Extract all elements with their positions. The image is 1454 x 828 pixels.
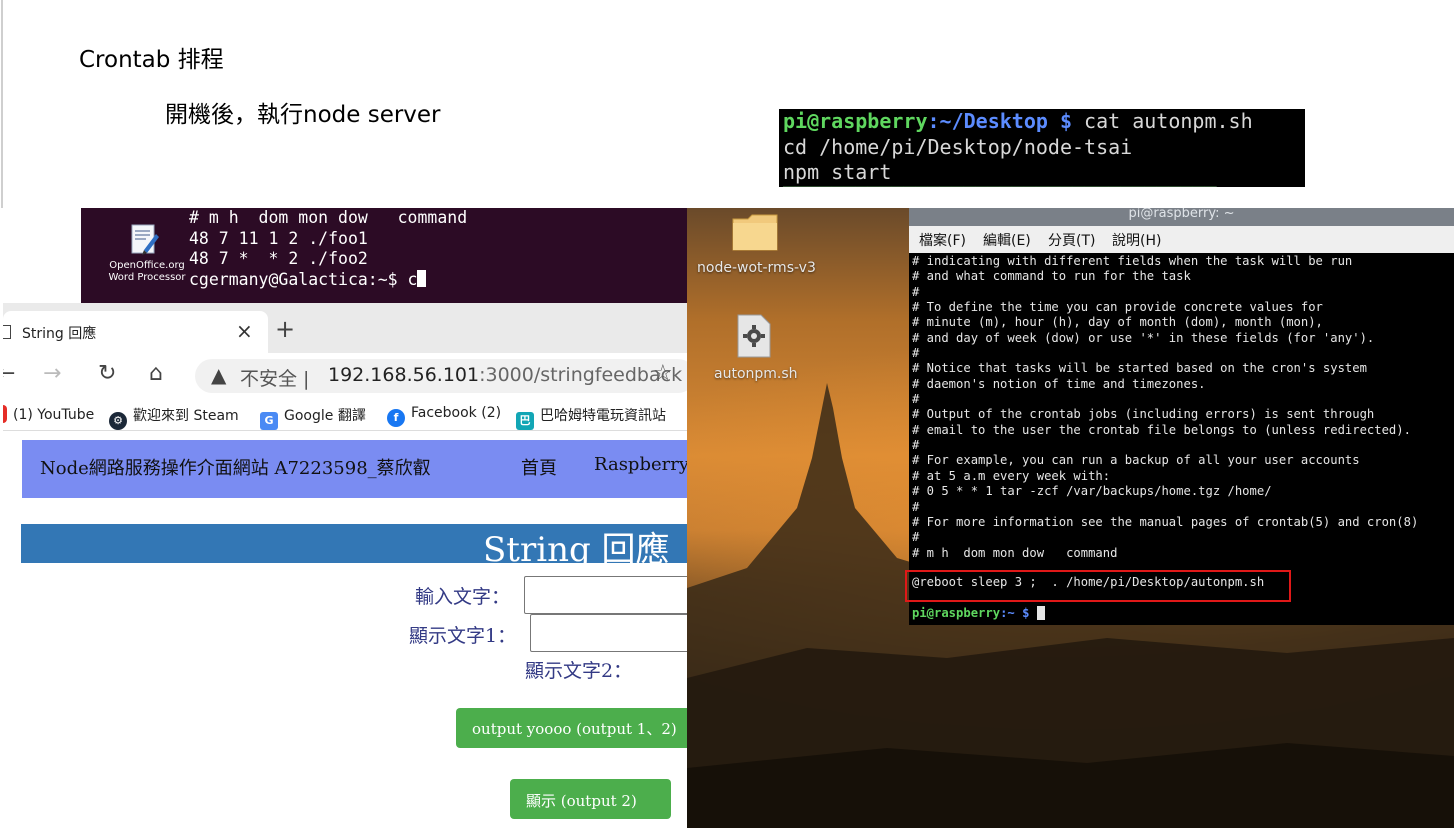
tab-title: String 回應 bbox=[22, 326, 97, 342]
steam-icon: ⚙ bbox=[109, 412, 127, 430]
bookmark-label: 歡迎來到 Steam bbox=[133, 408, 239, 424]
snippet-line-cd: cd /home/pi/Desktop/node-tsai bbox=[783, 134, 1133, 159]
output-button[interactable]: output yoooo (output 1、2) bbox=[456, 708, 687, 748]
file-label[interactable]: autonpm.sh bbox=[714, 366, 798, 382]
bookmark-youtube[interactable]: (1) YouTube bbox=[3, 405, 94, 423]
ubuntu-line: 48 7 11 1 2 ./foo1 bbox=[189, 228, 368, 248]
page-icon bbox=[3, 325, 11, 339]
site-navbar: Node網路服務操作介面網站 A7223598_蔡欣叡 首頁 Raspberry bbox=[22, 440, 687, 498]
snippet-line-npm: npm start bbox=[783, 160, 892, 184]
display-text1-field[interactable] bbox=[530, 614, 687, 652]
home-icon[interactable]: ⌂ bbox=[149, 361, 163, 387]
prompt-path: :~ $ bbox=[1000, 606, 1030, 620]
bookmarks-bar: (1) YouTube ⚙ 歡迎來到 Steam G Google 翻譯 f Face… bbox=[3, 399, 687, 431]
browser-window: String 回應 × + ← → ↻ ⌂ ▲ 不安全 | 192.168.56… bbox=[3, 303, 687, 828]
folder-label[interactable]: node-wot-rms-v3 bbox=[697, 260, 816, 276]
bookmark-label: Google 翻譯 bbox=[284, 408, 366, 424]
menu-file[interactable]: 檔案(F) bbox=[919, 230, 966, 250]
autonpm-snippet-terminal: pi@raspberry:~/Desktop $ cat autonpm.sh … bbox=[779, 109, 1305, 187]
warning-icon[interactable]: ▲ bbox=[211, 363, 226, 387]
lxterminal-menubar: 檔案(F) 編輯(E) 分頁(T) 說明(H) bbox=[909, 226, 1454, 253]
google-translate-icon: G bbox=[260, 412, 278, 430]
browser-toolbar: ← → ↻ ⌂ ▲ 不安全 | 192.168.56.101:3000/stri… bbox=[3, 353, 687, 399]
folder-icon[interactable] bbox=[732, 213, 778, 251]
bookmark-label: Facebook (2) bbox=[411, 405, 502, 421]
facebook-icon: f bbox=[387, 409, 405, 427]
menu-help[interactable]: 說明(H) bbox=[1112, 230, 1161, 250]
nav-home-link[interactable]: 首頁 bbox=[521, 454, 557, 480]
openoffice-writer-label: OpenOffice.org Word Processor bbox=[108, 260, 186, 283]
browser-tab-active[interactable]: String 回應 × bbox=[3, 311, 268, 353]
terminal-cursor bbox=[417, 269, 427, 287]
prompt-user: pi@raspberry bbox=[912, 606, 1001, 620]
lxterminal-window[interactable]: pi@raspberry: ~ 檔案(F) 編輯(E) 分頁(T) 說明(H) … bbox=[909, 208, 1454, 625]
lxterminal-prompt: pi@raspberry:~ $ bbox=[912, 606, 1045, 620]
bookmark-bahamut[interactable]: 巴巴哈姆特電玩資訊站 bbox=[516, 405, 666, 430]
show-output2-button[interactable]: 顯示 (output 2) bbox=[510, 779, 671, 819]
slide-left-rule bbox=[1, 0, 3, 208]
youtube-icon bbox=[3, 405, 7, 423]
openoffice-writer-icon[interactable] bbox=[126, 222, 162, 258]
tab-close-icon[interactable]: × bbox=[236, 319, 253, 343]
reload-icon[interactable]: ↻ bbox=[98, 361, 116, 387]
url-host: 192.168.56.101 bbox=[328, 364, 480, 386]
site-title[interactable]: Node網路服務操作介面網站 A7223598_蔡欣叡 bbox=[40, 454, 431, 480]
ubuntu-line: # m h dom mon dow command bbox=[189, 208, 468, 227]
heading-bar: String 回應 bbox=[21, 524, 687, 570]
ubuntu-terminal-text: # m h dom mon dow command 48 7 11 1 2 ./… bbox=[189, 208, 467, 290]
input-text-label: 輸入文字： bbox=[415, 586, 511, 608]
browser-tab-bar: String 回應 × + bbox=[3, 303, 687, 353]
new-tab-icon[interactable]: + bbox=[275, 317, 295, 341]
bookmark-facebook[interactable]: f Facebook (2) bbox=[387, 405, 501, 427]
slide-title: Crontab 排程 bbox=[79, 47, 224, 73]
menu-tabs[interactable]: 分頁(T) bbox=[1048, 230, 1095, 250]
url-text[interactable]: 192.168.56.101:3000/stringfeedback bbox=[328, 364, 682, 386]
page-heading: String 回應 bbox=[483, 530, 670, 570]
ubuntu-line: 48 7 * * 2 ./foo2 bbox=[189, 249, 368, 268]
bookmark-steam[interactable]: ⚙ 歡迎來到 Steam bbox=[109, 405, 239, 430]
snippet-prompt-user: pi@raspberry bbox=[783, 109, 928, 133]
lxterminal-titlebar[interactable]: pi@raspberry: ~ bbox=[909, 208, 1454, 226]
snippet-next-prompt-clipped: ▀▀▀▀▀▀▀▀▀▀▀▀▀▀▀▀▀▀▀▀▀▀▀▀▀▀▀▀▀▀▀▀▀▀▀▀ bbox=[783, 186, 1216, 188]
ubuntu-terminal: OpenOffice.org Word Processor # m h dom … bbox=[81, 208, 687, 304]
bahamut-icon: 巴 bbox=[516, 412, 534, 430]
insecure-label: 不安全 | bbox=[240, 368, 310, 390]
bookmark-label: (1) YouTube bbox=[13, 407, 95, 423]
bookmark-google-translate[interactable]: G Google 翻譯 bbox=[260, 405, 366, 430]
highlight-box bbox=[905, 570, 1291, 602]
back-arrow-icon[interactable]: ← bbox=[3, 361, 15, 387]
snippet-prompt-path: :~/Desktop $ bbox=[927, 109, 1073, 133]
terminal-cursor bbox=[1036, 606, 1045, 620]
display-text2-label: 顯示文字2： bbox=[525, 660, 633, 682]
menu-edit[interactable]: 編輯(E) bbox=[983, 230, 1031, 250]
bookmark-star-icon[interactable]: ☆ bbox=[653, 361, 673, 386]
gear-file-icon[interactable] bbox=[737, 314, 771, 358]
forward-arrow-icon[interactable]: → bbox=[43, 361, 61, 387]
address-bar[interactable]: ▲ 不安全 | 192.168.56.101:3000/stringfeedba… bbox=[195, 359, 687, 393]
display-text1-label: 顯示文字1： bbox=[409, 625, 517, 647]
snippet-command: cat autonpm.sh bbox=[1072, 109, 1253, 133]
bookmark-label: 巴哈姆特電玩資訊站 bbox=[540, 408, 666, 424]
nav-raspberry-link[interactable]: Raspberry bbox=[594, 454, 687, 475]
crontab-comments: # indicating with different fields when … bbox=[912, 254, 1419, 560]
input-text-field[interactable] bbox=[524, 576, 687, 614]
slide-subtitle: 開機後，執行node server bbox=[165, 102, 441, 128]
ubuntu-prompt: cgermany@Galactica:~$ c bbox=[189, 269, 418, 289]
insecure-text: 不安全 bbox=[240, 368, 298, 390]
url-path: :3000/stringfeedback bbox=[479, 364, 683, 386]
